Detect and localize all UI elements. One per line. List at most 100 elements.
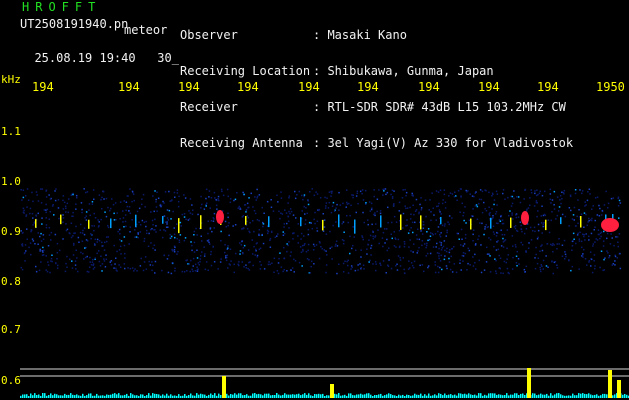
power-bar <box>510 394 512 398</box>
noise-dot <box>240 244 243 246</box>
noise-dot <box>517 196 520 198</box>
noise-dot <box>336 272 338 275</box>
noise-dot <box>607 202 610 205</box>
noise-dot <box>407 268 410 270</box>
noise-dot <box>299 246 302 248</box>
noise-dot <box>205 188 208 191</box>
noise-dot <box>416 238 418 240</box>
noise-dot <box>252 253 254 255</box>
noise-dot <box>464 237 467 239</box>
noise-dot <box>96 252 98 255</box>
noise-dot <box>92 258 94 261</box>
noise-dot <box>269 237 272 240</box>
noise-dot <box>347 264 349 267</box>
noise-dot <box>536 202 538 204</box>
noise-dot <box>43 209 46 211</box>
power-bar <box>482 395 484 398</box>
noise-dot <box>290 251 292 253</box>
noise-dot <box>300 251 303 253</box>
noise-dot <box>427 252 429 255</box>
noise-dot <box>398 201 401 204</box>
noise-dot <box>300 232 303 235</box>
noise-dot <box>443 258 446 261</box>
noise-dot <box>181 213 184 216</box>
power-bar <box>372 396 374 398</box>
noise-dot <box>183 216 186 218</box>
noise-dot <box>196 266 198 268</box>
noise-dot <box>403 241 406 243</box>
noise-dot <box>365 202 367 204</box>
noise-dot <box>449 249 451 251</box>
noise-dot <box>516 196 518 198</box>
noise-dot <box>145 225 147 228</box>
power-bar <box>568 395 570 398</box>
noise-dot <box>188 218 191 220</box>
noise-dot <box>54 190 56 192</box>
noise-dot <box>436 205 438 208</box>
noise-dot <box>161 269 163 272</box>
noise-dot <box>542 225 544 228</box>
noise-dot <box>568 207 571 209</box>
noise-dot <box>98 240 101 242</box>
noise-dot <box>227 267 229 269</box>
noise-dot <box>583 212 586 214</box>
noise-dot <box>591 271 594 274</box>
noise-dot <box>339 204 342 206</box>
noise-dot <box>355 249 357 251</box>
power-bar <box>464 393 466 398</box>
noise-dot <box>201 251 203 253</box>
noise-dot <box>286 270 288 272</box>
noise-dot <box>303 195 305 198</box>
noise-dot <box>51 254 53 256</box>
noise-dot <box>256 254 259 257</box>
noise-dot <box>55 262 57 264</box>
noise-dot <box>134 236 136 238</box>
noise-dot <box>342 221 345 223</box>
noise-dot <box>361 189 364 191</box>
noise-dot <box>343 239 345 242</box>
noise-dot <box>338 263 340 265</box>
noise-dot <box>325 202 328 204</box>
noise-dot <box>313 245 316 247</box>
noise-dot <box>616 257 619 259</box>
noise-dot <box>282 231 284 233</box>
noise-dot <box>81 240 84 242</box>
noise-dot <box>488 206 490 208</box>
noise-dot <box>31 238 34 240</box>
noise-dot <box>29 242 32 244</box>
noise-dot <box>581 246 583 249</box>
noise-dot <box>370 244 373 247</box>
noise-dot <box>350 204 352 207</box>
power-bar <box>542 394 544 398</box>
noise-dot <box>24 244 27 246</box>
noise-dot <box>479 189 482 191</box>
noise-dot <box>313 218 315 221</box>
noise-dot <box>105 236 108 238</box>
noise-dot <box>253 230 255 233</box>
power-bar <box>38 394 40 398</box>
noise-dot <box>42 238 45 240</box>
noise-dot <box>225 257 227 259</box>
noise-dot <box>227 212 229 214</box>
noise-dot <box>86 255 88 258</box>
noise-dot <box>501 233 504 236</box>
noise-dot <box>45 203 47 206</box>
noise-dot <box>581 192 583 195</box>
noise-dot <box>220 239 222 242</box>
noise-dot <box>323 226 326 228</box>
noise-dot <box>131 267 134 269</box>
noise-dot <box>167 254 170 257</box>
noise-dot <box>495 259 497 262</box>
noise-dot <box>101 208 103 210</box>
noise-dot <box>222 194 225 197</box>
noise-dot <box>420 197 422 199</box>
noise-dot <box>167 271 170 274</box>
power-bar <box>78 395 80 398</box>
noise-dot <box>489 238 492 241</box>
noise-dot <box>551 244 553 247</box>
power-bar <box>132 394 134 398</box>
noise-dot <box>515 216 518 219</box>
noise-dot <box>192 209 194 211</box>
noise-dot <box>415 209 418 211</box>
noise-dot <box>361 192 363 195</box>
